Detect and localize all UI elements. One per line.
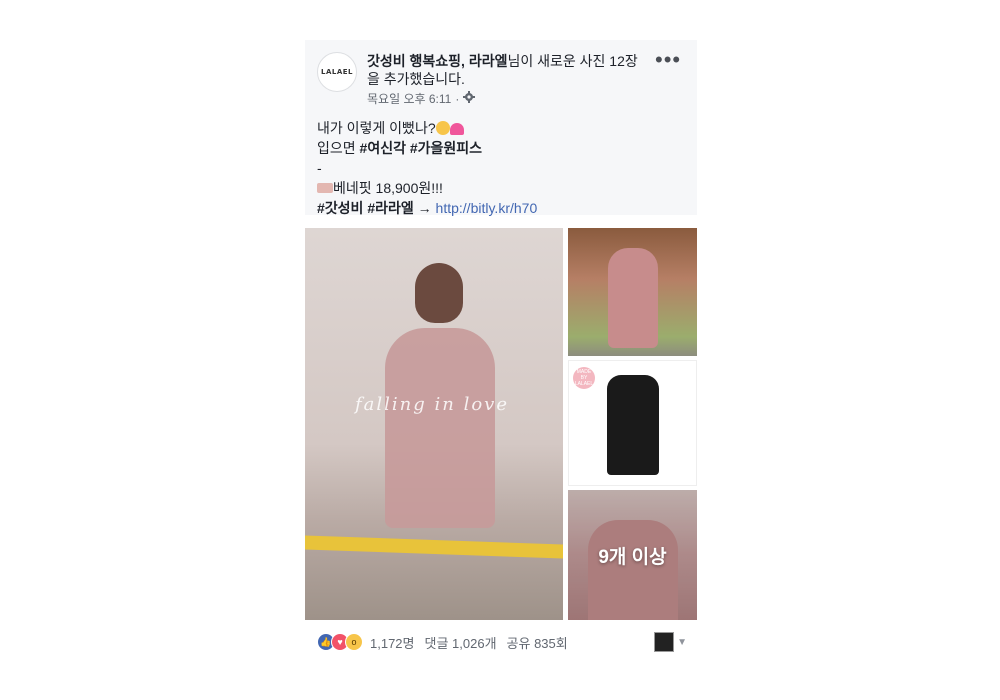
post-meta: 목요일 오후 6:11 · <box>367 90 476 107</box>
hashtag-lalael[interactable]: #라라엘 <box>367 200 413 216</box>
page-avatar[interactable]: LALAEL <box>317 52 357 92</box>
caption-text-2: 입으면 <box>317 140 360 156</box>
main-photo[interactable]: falling in love <box>305 228 563 620</box>
chevron-down-icon: ▼ <box>677 636 687 648</box>
hashtag-yeosingak[interactable]: #여신각 <box>360 140 406 156</box>
reaction-icons[interactable]: 👍 ♥ o <box>317 633 363 651</box>
caption-text-1: 내가 이렇게 이뻤나? <box>317 120 436 136</box>
avatar-logo-text: LALAEL <box>321 68 353 76</box>
pink-dress-figure <box>385 328 495 528</box>
caption-line-1: 내가 이렇게 이뻤나? <box>317 118 687 138</box>
more-photos-overlay[interactable]: 9개 이상 <box>568 490 697 620</box>
photo-thumbnail-1[interactable] <box>568 228 697 356</box>
caption-line-5: #갓성비 #라라엘 → http://bitly.kr/h70 <box>317 198 687 218</box>
photo-grid: falling in love MADE BY LALAEL 9개 이상 <box>305 228 697 620</box>
meta-separator: · <box>455 91 460 106</box>
post-timestamp[interactable]: 목요일 오후 6:11 <box>367 90 451 107</box>
two-hearts-emoji-icon <box>449 123 464 135</box>
photo-watermark: falling in love <box>355 394 509 415</box>
caption-line-2: 입으면 #여신각 #가을원피스 <box>317 138 687 158</box>
page-selector[interactable]: ▼ <box>654 632 687 652</box>
photo-thumbnail-3[interactable]: 9개 이상 <box>568 490 697 620</box>
price-tag-emoji-icon <box>317 183 333 193</box>
model-hair <box>415 263 463 323</box>
caption-price-text: 베네핏 18,900원!!! <box>333 180 443 196</box>
hashtag-gatsungbi[interactable]: #갓성비 <box>317 200 363 216</box>
author-link[interactable]: 갓성비 행복쇼핑, 라라엘 <box>367 53 507 69</box>
road-yellow-line <box>305 535 563 559</box>
share-count[interactable]: 공유 835회 <box>507 633 568 652</box>
post-headline: 갓성비 행복쇼핑, 라라엘님이 새로운 사진 12장을 추가했습니다. <box>367 52 645 88</box>
page-thumbnail <box>654 632 675 652</box>
photo-thumbnail-2[interactable]: MADE BY LALAEL <box>568 360 697 486</box>
heart-eyes-emoji-icon <box>435 121 450 135</box>
arrow-icon: → <box>417 200 432 216</box>
reaction-count[interactable]: 1,172명 <box>370 633 415 652</box>
walking-model-figure <box>608 248 658 348</box>
hashtag-autumn-dress[interactable]: #가을원피스 <box>410 140 482 156</box>
product-link[interactable]: http://bitly.kr/h70 <box>436 200 538 216</box>
comment-count[interactable]: 댓글 1,026개 <box>425 633 497 652</box>
caption-line-3: - <box>317 160 322 176</box>
black-dress-figure <box>607 375 659 475</box>
ellipsis-icon[interactable]: ••• <box>655 49 681 71</box>
wow-icon: o <box>345 633 363 651</box>
facebook-post: LALAEL 갓성비 행복쇼핑, 라라엘님이 새로운 사진 12장을 추가했습니… <box>305 40 697 680</box>
caption-line-4: 베네핏 18,900원!!! <box>317 178 687 198</box>
engagement-counts: 댓글 1,026개 공유 835회 <box>425 633 568 652</box>
post-caption: 내가 이렇게 이뻤나? 입으면 #여신각 #가을원피스 - 베네핏 18,900… <box>317 118 687 218</box>
reactions-bar: 👍 ♥ o 1,172명 댓글 1,026개 공유 835회 ▼ <box>317 630 687 654</box>
gear-icon[interactable] <box>463 91 476 106</box>
lalael-badge: MADE BY LALAEL <box>573 367 595 389</box>
